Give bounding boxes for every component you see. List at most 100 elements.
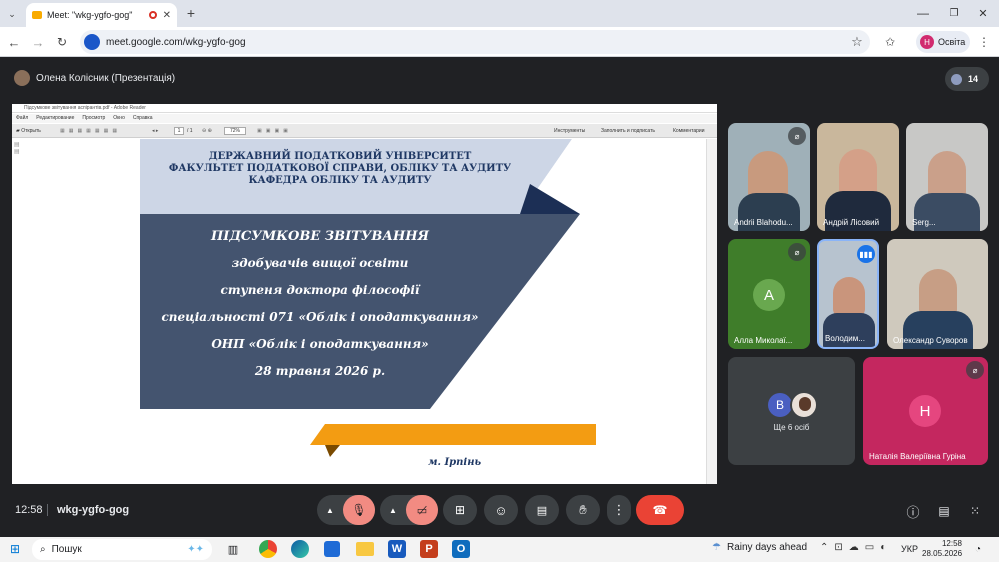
hang-up-icon: ☎︎	[652, 503, 668, 517]
page-input[interactable]: 1	[174, 127, 184, 135]
language-indicator[interactable]: УКР	[901, 544, 918, 554]
powerpoint-app-icon[interactable]: P	[420, 540, 438, 558]
meet-favicon-icon	[32, 11, 42, 19]
tools-pane-button[interactable]: Инструменты	[554, 124, 585, 138]
participant-tile[interactable]: Serg...	[906, 123, 988, 231]
close-window-icon[interactable]: ✕	[975, 5, 991, 21]
menu-help[interactable]: Справка	[133, 114, 153, 123]
edge-app-icon[interactable]	[291, 540, 309, 558]
tray-icons[interactable]: ⌃⊡☁▭◐	[820, 542, 892, 553]
word-app-icon[interactable]: W	[388, 540, 406, 558]
participant-video	[919, 269, 957, 317]
mic-options-icon[interactable]: ▲	[317, 495, 343, 525]
notifications-icon[interactable]: ◔	[970, 542, 986, 556]
rain-icon: ☂	[712, 542, 721, 553]
outlook-app-icon[interactable]: O	[452, 540, 470, 558]
tab-search-icon[interactable]: ⌄	[4, 6, 20, 22]
reader-menu-bar: Файл Редактирование Просмотр Окно Справк…	[12, 114, 717, 123]
meeting-time: 12:58	[15, 504, 43, 516]
participant-tile[interactable]: Андрій Лісовий	[817, 123, 899, 231]
reader-toolbar: ▰ Открыть ▦▦▦▦▦▦▦ ◂ ▸ 1 / 1 ⊖ ⊕ 72% ▣▣▣▣…	[12, 124, 717, 138]
emoji-icon: ☺	[494, 502, 508, 518]
open-label: Открыть	[21, 128, 41, 134]
camera-options-icon[interactable]: ▲	[380, 495, 406, 525]
raise-hand-button[interactable]: ✋︎	[566, 495, 600, 525]
participant-name: Наталія Валеріївна Гуріна	[869, 452, 966, 461]
clock[interactable]: 12:58 28.05.2026	[922, 539, 962, 559]
explorer-app-icon[interactable]	[356, 542, 374, 556]
menu-edit[interactable]: Редактирование	[36, 114, 74, 123]
reload-icon[interactable]: ↻	[54, 34, 70, 50]
clock-time: 12:58	[941, 539, 962, 548]
mic-control[interactable]: ▲ 🎙︎	[317, 495, 375, 525]
hand-icon: ✋︎	[579, 502, 587, 517]
minimize-icon[interactable]: —	[915, 5, 931, 21]
more-participants-tile[interactable]: B Ще 6 осіб	[728, 357, 855, 465]
presenter-avatar	[14, 70, 30, 86]
chat-icon[interactable]: ▤	[935, 502, 953, 520]
reactions-button[interactable]: ☺	[484, 495, 518, 525]
profile-button[interactable]: Н Освіта	[916, 31, 970, 53]
presentation-stream: Підсумкове звітування аспірантів.pdf - A…	[12, 104, 717, 484]
site-info-icon[interactable]	[84, 34, 100, 50]
camera-control[interactable]: ▲ ▭̸	[380, 495, 438, 525]
copilot-icon: ✦✦	[187, 544, 204, 555]
taskbar-search[interactable]: ⌕ Пошук ✦✦	[32, 539, 212, 560]
camera-off-button-icon[interactable]: ▭̸	[406, 495, 438, 525]
participant-tile-speaking[interactable]: ▮▮▮ Володим...	[817, 239, 879, 349]
meeting-code: wkg-ygfo-gog	[57, 504, 130, 516]
people-button[interactable]: 14	[945, 67, 989, 91]
bookmark-star-icon[interactable]: ☆	[849, 34, 865, 50]
bookmarks-icon[interactable]: ✩	[882, 34, 898, 50]
info-icon[interactable]: ⓘ	[904, 502, 922, 520]
store-app-icon[interactable]	[324, 541, 340, 557]
chrome-app-icon[interactable]	[259, 540, 277, 558]
browser-tab[interactable]: Meet: "wkg-ygfo-gog" ✕	[26, 3, 177, 27]
tab-close-icon[interactable]: ✕	[163, 10, 171, 21]
reader-scrollbar[interactable]	[706, 139, 717, 484]
restore-icon[interactable]: ❐	[946, 5, 962, 21]
back-icon[interactable]: ←	[6, 34, 22, 50]
activities-icon[interactable]: ⁙	[966, 502, 984, 520]
participant-tile[interactable]: Олександр Суворов	[887, 239, 988, 349]
present-button[interactable]: ⊞	[443, 495, 477, 525]
comments-button[interactable]: Комментарии	[673, 124, 705, 138]
weather-widget[interactable]: ☂ Rainy days ahead	[712, 542, 807, 553]
url-bar[interactable]: meet.google.com/wkg-ygfo-gog	[80, 30, 870, 54]
fill-sign-button[interactable]: Заполнить и подписать	[601, 124, 655, 138]
menu-file[interactable]: Файл	[16, 114, 28, 123]
participant-video	[928, 151, 966, 199]
start-icon[interactable]: ⊞	[9, 542, 21, 556]
participant-name: Andrii Blahodu...	[734, 218, 793, 227]
menu-view[interactable]: Просмотр	[82, 114, 105, 123]
zoom-input[interactable]: 72%	[224, 127, 246, 135]
more-options-button[interactable]: ⋮	[607, 495, 631, 525]
participant-name: Володим...	[825, 334, 865, 343]
browser-tab-bar: ⌄ Meet: "wkg-ygfo-gog" ✕ + — ❐ ✕	[0, 0, 999, 27]
avatar: А	[753, 279, 785, 311]
leave-call-button[interactable]: ☎︎	[636, 495, 684, 525]
page-nav-icon[interactable]: ◂ ▸	[152, 124, 158, 138]
participant-tile[interactable]: ⌀ Andrii Blahodu...	[728, 123, 810, 231]
meet-header: Олена Колісник (Презентація) 14	[0, 57, 999, 101]
slide-line-3: спеціальності 071 «Облік і оподаткування…	[161, 310, 479, 324]
participant-tile[interactable]: А ⌀ Алла Миколаї...	[728, 239, 810, 349]
search-icon: ⌕	[40, 544, 46, 555]
captions-button[interactable]: ▤	[525, 495, 559, 525]
university-name: ДЕРЖАВНИЙ ПОДАТКОВИЙ УНІВЕРСИТЕТ	[208, 151, 472, 162]
slide-title: ПІДСУМКОВЕ ЗВІТУВАННЯ	[210, 229, 430, 244]
forward-icon[interactable]: →	[30, 34, 46, 50]
participant-tile[interactable]: Н ⌀ Наталія Валеріївна Гуріна	[863, 357, 988, 465]
more-vert-icon: ⋮	[612, 502, 626, 517]
task-view-icon[interactable]: ▥	[226, 542, 240, 556]
mic-off-button-icon[interactable]: 🎙︎	[343, 495, 375, 525]
presenter-label: Олена Колісник (Презентація)	[36, 73, 176, 84]
zoom-buttons[interactable]: ⊖ ⊕	[202, 124, 212, 138]
search-label: Пошук	[51, 544, 82, 555]
windows-taskbar: ⊞ ⌕ Пошук ✦✦ ▥ W P O ☂ Rainy days ahead …	[0, 537, 999, 562]
open-button[interactable]: ▰ Открыть	[16, 124, 41, 138]
browser-menu-icon[interactable]: ⋮	[977, 34, 991, 50]
new-tab-icon[interactable]: +	[183, 5, 199, 21]
menu-window[interactable]: Окно	[113, 114, 125, 123]
slide-line-1: здобувачів вищої освіти	[231, 256, 409, 270]
